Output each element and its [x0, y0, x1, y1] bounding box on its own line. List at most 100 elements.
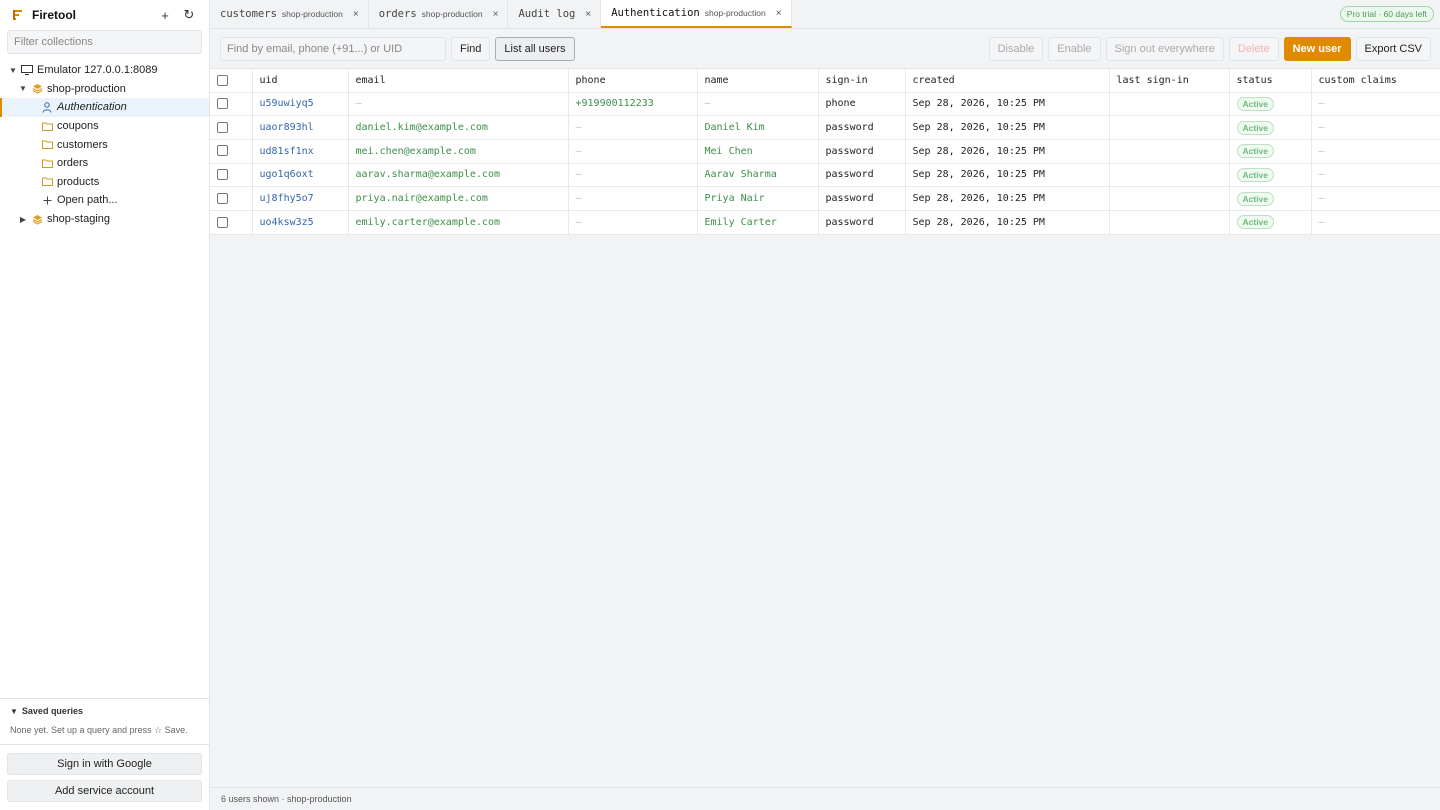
- uid-cell[interactable]: uaor893hl: [252, 115, 349, 140]
- select-all-checkbox[interactable]: [217, 74, 228, 86]
- column-header[interactable]: phone: [568, 69, 698, 93]
- claims-cell: —: [1311, 92, 1440, 117]
- uid-cell[interactable]: uo4ksw3z5: [252, 210, 349, 235]
- table-header-row: uid email phone name sign-in created las…: [210, 69, 1440, 93]
- signin-cell: phone: [818, 92, 906, 117]
- refresh-icon[interactable]: ↻: [179, 7, 199, 23]
- project-row-shop-production[interactable]: ▼ shop-production: [0, 80, 209, 99]
- sign-in-google-button[interactable]: Sign in with Google: [7, 753, 202, 775]
- row-checkbox[interactable]: [217, 98, 228, 110]
- close-icon[interactable]: ×: [776, 8, 782, 19]
- folder-icon: [41, 139, 53, 151]
- phone-cell: —: [568, 139, 698, 164]
- tab-customers[interactable]: customers shop-production ×: [210, 0, 369, 28]
- auth-toolbar: Find List all users Disable Enable Sign …: [210, 29, 1440, 69]
- status-cell: Active: [1229, 163, 1312, 188]
- disable-button[interactable]: Disable: [988, 36, 1044, 61]
- created-cell: Sep 28, 2026, 10:25 PM: [905, 163, 1110, 188]
- sidebar-item-orders[interactable]: orders: [0, 154, 209, 173]
- caret-right-icon: ▶: [19, 214, 27, 224]
- uid-cell[interactable]: ud81sf1nx: [252, 139, 349, 164]
- user-icon: [41, 101, 53, 113]
- uid-cell[interactable]: ugo1q6oxt: [252, 163, 349, 188]
- table-row[interactable]: uo4ksw3z5 emily.carter@example.com — Emi…: [210, 210, 1440, 235]
- sidebar-item-authentication[interactable]: Authentication: [0, 98, 209, 117]
- user-search-input[interactable]: [220, 36, 446, 61]
- add-service-account-button[interactable]: Add service account: [7, 780, 202, 802]
- created-cell: Sep 28, 2026, 10:25 PM: [905, 210, 1110, 235]
- row-checkbox[interactable]: [217, 216, 228, 228]
- sidebar-item-open-path[interactable]: Open path...: [0, 191, 209, 210]
- tab-bar: customers shop-production × orders shop-…: [210, 0, 1440, 29]
- email-cell: emily.carter@example.com: [348, 210, 569, 235]
- saved-queries-header[interactable]: ▼ Saved queries: [10, 706, 199, 716]
- column-header[interactable]: custom claims: [1311, 69, 1440, 93]
- tab-orders[interactable]: orders shop-production ×: [369, 0, 509, 28]
- tab-audit-log[interactable]: Audit log ×: [508, 0, 602, 28]
- find-button[interactable]: Find: [451, 36, 491, 61]
- claims-cell: —: [1311, 210, 1440, 235]
- name-cell: —: [697, 92, 819, 117]
- column-header[interactable]: sign-in: [818, 69, 906, 93]
- delete-button[interactable]: Delete: [1228, 36, 1279, 61]
- last-signin-cell: [1109, 115, 1230, 140]
- column-header[interactable]: uid: [252, 69, 349, 93]
- table-row[interactable]: uj8fhy5o7 priya.nair@example.com — Priya…: [210, 186, 1440, 211]
- tab-label: customers: [220, 8, 277, 20]
- email-cell: mei.chen@example.com: [348, 139, 569, 164]
- project-label: shop-staging: [47, 213, 110, 226]
- enable-button[interactable]: Enable: [1048, 36, 1101, 61]
- list-all-users-button[interactable]: List all users: [495, 36, 575, 61]
- sidebar-item-coupons[interactable]: coupons: [0, 117, 209, 136]
- row-select-cell: [210, 186, 253, 211]
- created-cell: Sep 28, 2026, 10:25 PM: [905, 186, 1110, 211]
- last-signin-cell: [1109, 186, 1230, 211]
- row-checkbox[interactable]: [217, 169, 228, 181]
- phone-cell: +919900112233: [568, 92, 698, 117]
- column-header[interactable]: created: [905, 69, 1110, 93]
- new-user-button[interactable]: New user: [1283, 36, 1351, 61]
- phone-cell: —: [568, 210, 698, 235]
- phone-cell: —: [568, 163, 698, 188]
- sign-out-everywhere-button[interactable]: Sign out everywhere: [1105, 36, 1224, 61]
- status-cell: Active: [1229, 115, 1312, 140]
- close-icon[interactable]: ×: [585, 9, 591, 20]
- row-checkbox[interactable]: [217, 121, 228, 133]
- close-icon[interactable]: ×: [353, 9, 359, 20]
- layers-icon: [31, 83, 43, 95]
- sidebar-item-label: coupons: [57, 120, 99, 133]
- uid-cell[interactable]: u59uwiyq5: [252, 92, 349, 117]
- table-row[interactable]: ud81sf1nx mei.chen@example.com — Mei Che…: [210, 139, 1440, 164]
- tab-authentication[interactable]: Authentication shop-production ×: [601, 0, 792, 28]
- column-header[interactable]: status: [1229, 69, 1312, 93]
- row-checkbox[interactable]: [217, 192, 228, 204]
- emulator-row[interactable]: ▼ Emulator 127.0.0.1:8089: [0, 61, 209, 80]
- tab-label: Audit log: [518, 8, 576, 20]
- column-header[interactable]: last sign-in: [1109, 69, 1230, 93]
- sidebar-item-products[interactable]: products: [0, 173, 209, 192]
- column-header[interactable]: email: [348, 69, 569, 93]
- add-icon[interactable]: +: [155, 8, 175, 23]
- sidebar-header: Firetool + ↻: [0, 0, 209, 30]
- collection-tree: ▼ Emulator 127.0.0.1:8089 ▼ shop-product…: [0, 61, 209, 228]
- name-cell: Mei Chen: [697, 139, 819, 164]
- row-checkbox[interactable]: [217, 145, 228, 157]
- sidebar-item-customers[interactable]: customers: [0, 135, 209, 154]
- filter-collections-input[interactable]: [7, 30, 202, 54]
- status-cell: Active: [1229, 139, 1312, 164]
- sidebar-item-label: products: [57, 175, 100, 188]
- table-row[interactable]: u59uwiyq5 — +919900112233 — phone Sep 28…: [210, 92, 1440, 117]
- close-icon[interactable]: ×: [493, 9, 499, 20]
- tab-label: orders: [378, 8, 417, 20]
- signin-cell: password: [818, 186, 906, 211]
- status-badge: Active: [1236, 191, 1275, 206]
- email-cell: daniel.kim@example.com: [348, 115, 569, 140]
- project-row-shop-staging[interactable]: ▶ shop-staging: [0, 210, 209, 229]
- trial-badge[interactable]: Pro trial · 60 days left: [1339, 6, 1434, 22]
- table-row[interactable]: uaor893hl daniel.kim@example.com — Danie…: [210, 115, 1440, 140]
- export-csv-button[interactable]: Export CSV: [1355, 36, 1431, 61]
- table-row[interactable]: ugo1q6oxt aarav.sharma@example.com — Aar…: [210, 163, 1440, 188]
- row-select-cell: [210, 92, 253, 117]
- column-header[interactable]: name: [697, 69, 819, 93]
- uid-cell[interactable]: uj8fhy5o7: [252, 186, 349, 211]
